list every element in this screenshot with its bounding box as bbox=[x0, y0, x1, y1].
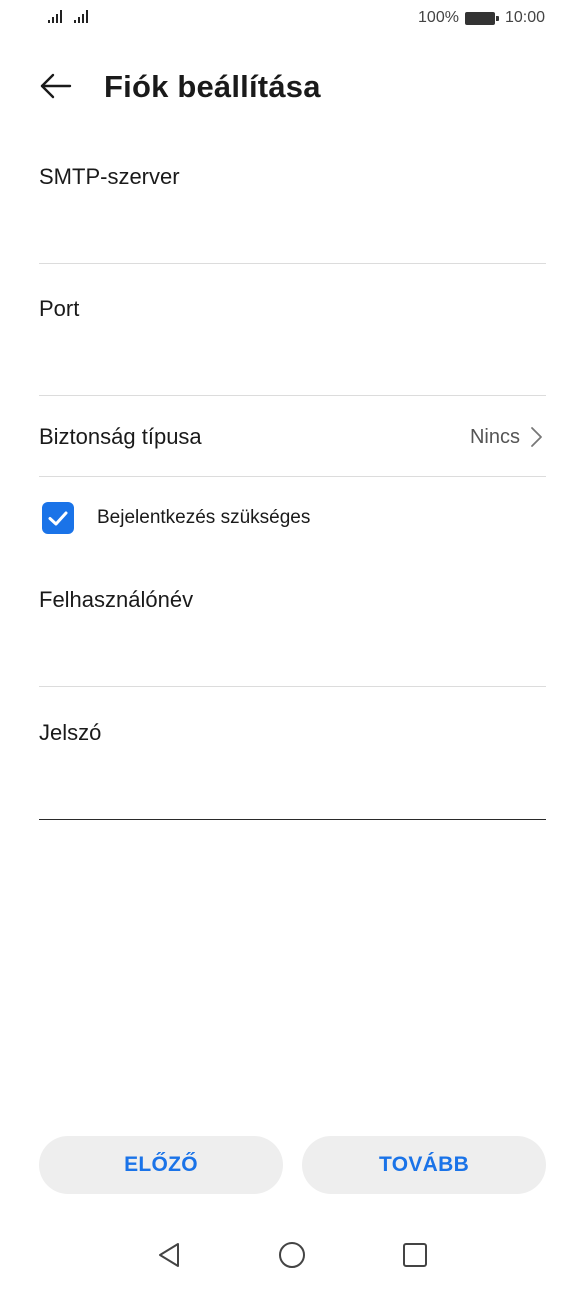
username-field[interactable]: Felhasználónév bbox=[39, 556, 546, 687]
signal-icon bbox=[48, 9, 62, 23]
battery-percent: 100% bbox=[418, 9, 459, 26]
nav-back-button[interactable] bbox=[150, 1235, 190, 1275]
battery-icon bbox=[464, 11, 499, 25]
chevron-right-icon bbox=[531, 427, 542, 447]
previous-button[interactable]: ELŐZŐ bbox=[39, 1136, 283, 1194]
triangle-back-icon bbox=[159, 1243, 179, 1267]
back-button[interactable] bbox=[36, 66, 76, 106]
password-field[interactable]: Jelszó bbox=[39, 686, 546, 820]
circle-home-icon bbox=[279, 1242, 305, 1268]
signal-icon bbox=[74, 9, 88, 23]
smtp-server-input[interactable] bbox=[39, 229, 546, 259]
login-required-checkbox[interactable] bbox=[42, 502, 74, 534]
square-recents-icon bbox=[403, 1243, 427, 1267]
smtp-server-label: SMTP-szerver bbox=[39, 164, 180, 189]
password-input[interactable] bbox=[39, 785, 546, 815]
navigation-bar bbox=[0, 1235, 585, 1275]
password-label: Jelszó bbox=[39, 720, 102, 745]
smtp-server-field[interactable]: SMTP-szerver bbox=[39, 150, 546, 264]
screen: 100% 10:00 Fiók beállítása SMTP-szerver … bbox=[0, 0, 585, 1300]
security-type-label: Biztonság típusa bbox=[39, 424, 202, 449]
username-input[interactable] bbox=[39, 652, 546, 682]
port-field[interactable]: Port bbox=[39, 263, 546, 396]
app-bar: Fiók beállítása bbox=[0, 56, 585, 116]
nav-recents-button[interactable] bbox=[395, 1235, 435, 1275]
nav-home-button[interactable] bbox=[272, 1235, 312, 1275]
username-label: Felhasználónév bbox=[39, 587, 194, 612]
login-required-row[interactable]: Bejelentkezés szükséges bbox=[39, 496, 546, 540]
security-type-row[interactable]: Biztonság típusa Nincs bbox=[39, 396, 546, 477]
login-required-label: Bejelentkezés szükséges bbox=[97, 507, 311, 528]
checkmark-icon bbox=[48, 511, 68, 526]
status-bar: 100% 10:00 bbox=[0, 0, 585, 42]
signal-indicators bbox=[48, 9, 88, 23]
security-type-value: Nincs bbox=[469, 426, 520, 448]
arrow-left-icon bbox=[40, 73, 72, 99]
next-button[interactable]: TOVÁBB bbox=[302, 1136, 546, 1194]
status-right: 100% 10:00 bbox=[418, 9, 545, 27]
port-input[interactable] bbox=[39, 361, 546, 391]
port-label: Port bbox=[39, 296, 80, 321]
page-title: Fiók beállítása bbox=[104, 69, 321, 104]
clock: 10:00 bbox=[504, 9, 545, 26]
